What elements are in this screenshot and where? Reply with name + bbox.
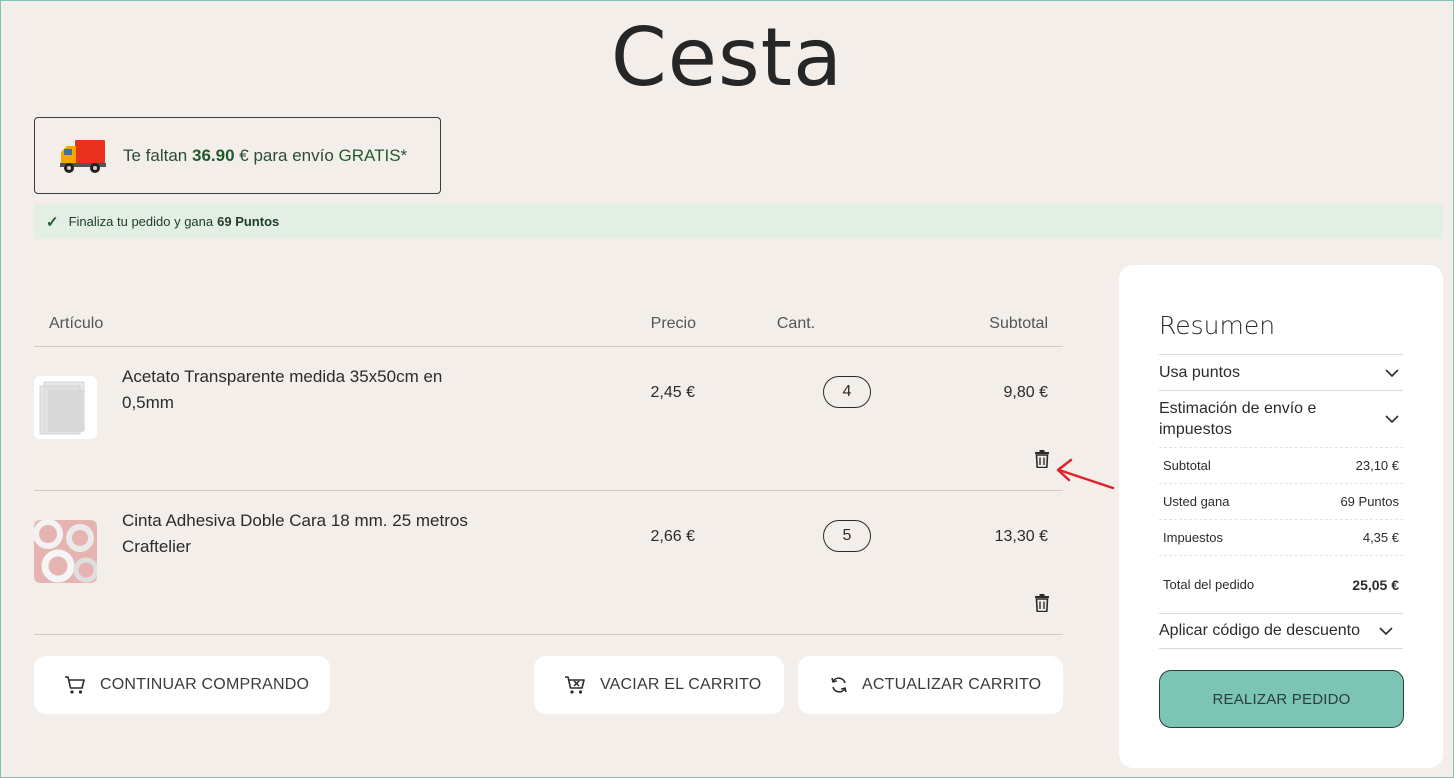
empty-cart-button[interactable]: VACIAR EL CARRITO — [534, 656, 784, 714]
header-subtotal: Subtotal — [989, 314, 1048, 332]
product-name-link[interactable]: Acetato Transparente medida 35x50cm en 0… — [122, 364, 472, 416]
empty-cart-label: VACIAR EL CARRITO — [600, 676, 762, 693]
trash-icon[interactable] — [1034, 450, 1050, 468]
cart-empty-icon — [565, 676, 585, 694]
shipping-remaining-amount: 36.90 — [192, 145, 235, 165]
product-subtotal: 13,30 € — [994, 528, 1048, 545]
quantity-input[interactable]: 4 — [823, 376, 871, 408]
chevron-down-icon — [1385, 368, 1399, 377]
place-order-button[interactable]: REALIZAR PEDIDO — [1159, 670, 1404, 728]
summary-tax-row: Impuestos 4,35 € — [1159, 519, 1403, 555]
page-title: Cesta — [610, 11, 844, 104]
summary-points-row: Usted gana 69 Puntos — [1159, 483, 1403, 519]
shipping-estimate-toggle[interactable]: Estimación de envío e impuestos — [1159, 390, 1403, 447]
continue-shopping-button[interactable]: CONTINUAR COMPRANDO — [34, 656, 330, 714]
cart-item-row: Acetato Transparente medida 35x50cm en 0… — [34, 347, 1063, 491]
summary-line-label: Impuestos — [1163, 530, 1223, 545]
product-price: 2,66 € — [650, 528, 695, 545]
chevron-down-icon — [1385, 415, 1399, 423]
truck-icon — [60, 139, 106, 173]
points-banner-text: Finaliza tu pedido y gana — [68, 214, 214, 229]
product-price: 2,45 € — [650, 384, 695, 401]
free-shipping-notice: Te faltan 36.90 € para envío GRATIS* — [34, 117, 441, 194]
place-order-label: REALIZAR PEDIDO — [1212, 690, 1351, 708]
order-summary: Resumen Usa puntos Estimación de envío e… — [1119, 265, 1443, 768]
points-banner: ✓ Finaliza tu pedido y gana 69 Puntos — [34, 204, 1443, 239]
product-image[interactable] — [34, 520, 97, 583]
check-icon: ✓ — [46, 213, 59, 231]
header-price: Precio — [650, 314, 696, 332]
summary-total-row: Total del pedido 25,05 € — [1159, 555, 1403, 613]
summary-total-value: 25,05 € — [1352, 576, 1399, 593]
product-name-link[interactable]: Cinta Adhesiva Doble Cara 18 mm. 25 metr… — [122, 508, 472, 560]
header-article: Artículo — [49, 314, 104, 332]
summary-title: Resumen — [1159, 311, 1276, 340]
shipping-middle: € para envío — [239, 145, 334, 165]
continue-shopping-label: CONTINUAR COMPRANDO — [100, 676, 310, 693]
cart-item-row: Cinta Adhesiva Doble Cara 18 mm. 25 metr… — [34, 491, 1063, 635]
chevron-down-icon — [1379, 627, 1393, 635]
quantity-input[interactable]: 5 — [823, 520, 871, 552]
points-banner-points: 69 Puntos — [217, 214, 280, 229]
cart-table-header: Artículo Precio Cant. Subtotal — [34, 301, 1063, 347]
summary-total-label: Total del pedido — [1163, 577, 1255, 592]
trash-icon[interactable] — [1034, 594, 1050, 612]
summary-subtotal-row: Subtotal 23,10 € — [1159, 447, 1403, 483]
shipping-prefix: Te faltan — [123, 145, 188, 165]
update-cart-button[interactable]: ACTUALIZAR CARRITO — [798, 656, 1063, 714]
discount-code-toggle[interactable]: Aplicar código de descuento — [1159, 613, 1403, 649]
summary-line-value: 69 Puntos — [1340, 494, 1399, 509]
refresh-icon — [831, 677, 847, 693]
product-image[interactable] — [34, 376, 97, 439]
shipping-free-label: GRATIS* — [338, 145, 408, 165]
use-points-label: Usa puntos — [1159, 363, 1240, 381]
product-subtotal: 9,80 € — [1003, 384, 1048, 401]
discount-code-label: Aplicar código de descuento — [1159, 622, 1361, 639]
summary-line-value: 4,35 € — [1362, 530, 1399, 545]
shipping-estimate-label: Estimación de envío e impuestos — [1159, 400, 1317, 438]
update-cart-label: ACTUALIZAR CARRITO — [862, 676, 1042, 693]
cart-icon — [65, 676, 85, 694]
summary-line-label: Usted gana — [1163, 494, 1230, 509]
summary-line-label: Subtotal — [1163, 458, 1211, 473]
use-points-toggle[interactable]: Usa puntos — [1159, 354, 1403, 390]
arrow-annotation — [1056, 458, 1115, 490]
summary-line-value: 23,10 € — [1355, 458, 1399, 473]
cart-table: Artículo Precio Cant. Subtotal Acetato T… — [34, 301, 1063, 635]
header-qty: Cant. — [776, 314, 816, 332]
